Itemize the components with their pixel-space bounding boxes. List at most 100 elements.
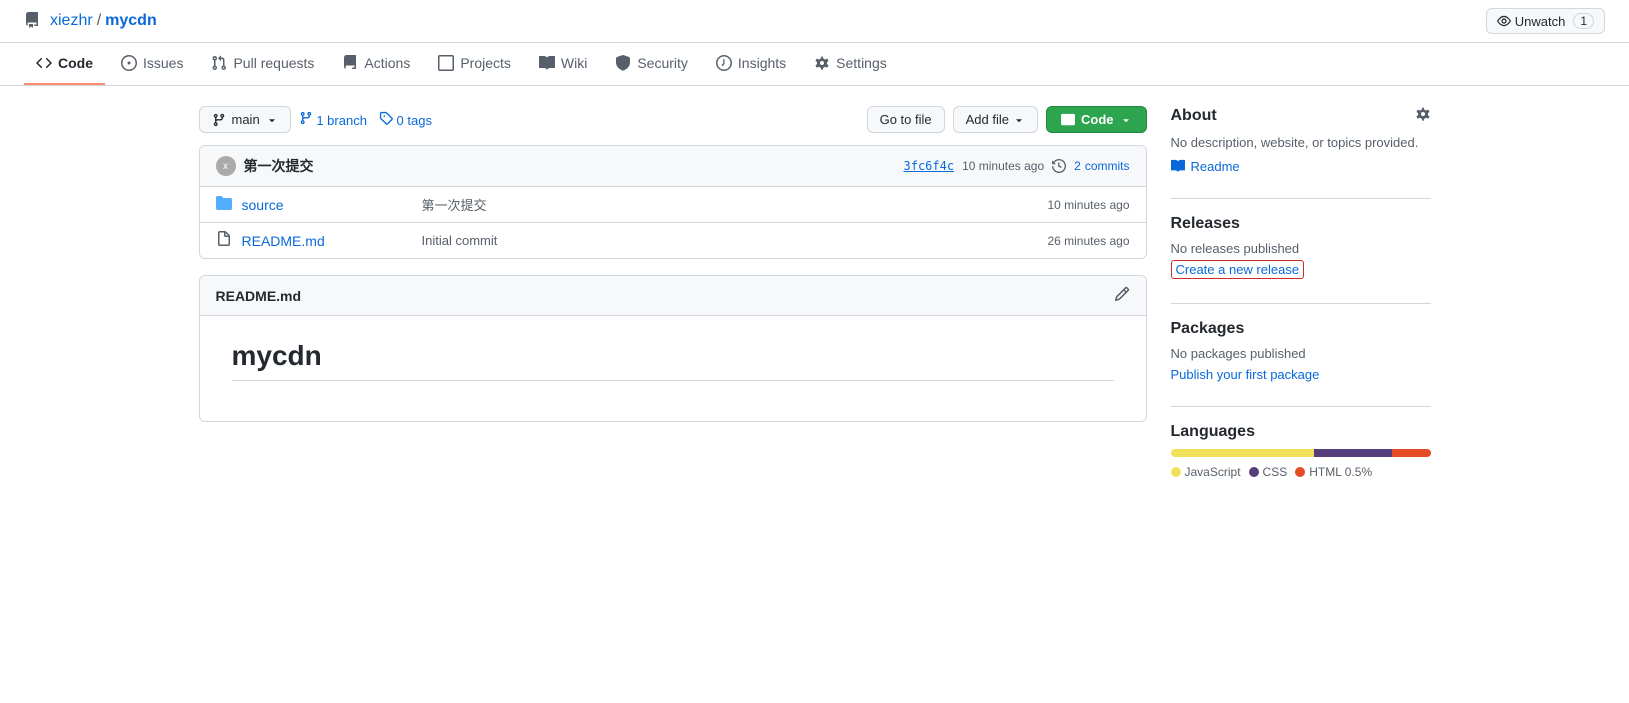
add-file-label: Add file [966,112,1009,127]
top-bar: xiezhr / mycdn Unwatch 1 [0,0,1629,43]
commit-avatar: x [216,156,236,176]
commits-count-link[interactable]: 2 commits [1074,159,1129,173]
code-btn-label: Code [1081,112,1114,127]
sidebar-languages-section: Languages JavaScript CSS HTML 0.5% [1171,423,1431,479]
create-release-link[interactable]: Create a new release [1171,260,1305,279]
tab-insights[interactable]: Insights [704,43,798,85]
sidebar-about-header: About [1171,106,1431,125]
top-right-actions: Unwatch 1 [1486,8,1605,34]
repo-separator: / [97,12,101,30]
branch-count: 1 [316,113,323,128]
tab-actions[interactable]: Actions [330,43,422,85]
css-dot [1249,467,1259,477]
file-time: 26 minutes ago [1047,234,1129,248]
file-commit-msg: Initial commit [422,233,1048,248]
tab-code[interactable]: Code [24,43,105,85]
table-row: README.md Initial commit 26 minutes ago [200,223,1146,258]
language-bar [1171,449,1431,457]
folder-icon [216,195,232,214]
sidebar-divider-1 [1171,198,1431,199]
html-dot [1295,467,1305,477]
commit-time: 10 minutes ago [962,159,1044,173]
js-dot [1171,467,1181,477]
repo-content: main 1 branch 0 tags Go to file Add [199,106,1147,503]
sidebar-languages-title: Languages [1171,423,1255,441]
js-label: JavaScript [1185,465,1241,479]
commits-label: commits [1085,159,1130,173]
file-commit-msg: 第一次提交 [422,195,1048,214]
sidebar-releases-section: Releases No releases published Create a … [1171,215,1431,279]
sidebar-about-desc: No description, website, or topics provi… [1171,133,1431,153]
lang-item-css: CSS [1249,465,1288,479]
css-label: CSS [1263,465,1288,479]
go-to-file-button[interactable]: Go to file [867,106,945,133]
repo-title: xiezhr / mycdn [24,12,157,31]
repo-nav: Code Issues Pull requests Actions Projec… [0,43,1629,86]
toolbar-row: main 1 branch 0 tags Go to file Add [199,106,1147,133]
main-layout: main 1 branch 0 tags Go to file Add [175,86,1455,523]
no-packages-text: No packages published [1171,346,1431,361]
tab-wiki[interactable]: Wiki [527,43,599,85]
sidebar-packages-title: Packages [1171,320,1245,338]
tab-security[interactable]: Security [603,43,700,85]
tag-text: tags [407,113,432,128]
sidebar-divider-2 [1171,303,1431,304]
sidebar-packages-header: Packages [1171,320,1431,338]
tab-settings[interactable]: Settings [802,43,899,85]
lang-bar-css [1314,449,1392,457]
branch-selector[interactable]: main [199,106,291,133]
lang-bar-html [1392,449,1431,457]
tab-pull-requests[interactable]: Pull requests [199,43,326,85]
sidebar-about-title: About [1171,107,1217,125]
sidebar: About No description, website, or topics… [1171,106,1431,503]
gear-icon[interactable] [1415,106,1431,125]
file-table: x 第一次提交 3fc6f4c 10 minutes ago 2 commits [199,145,1147,259]
readme-heading: mycdn [232,340,1114,381]
add-file-button[interactable]: Add file [953,106,1038,133]
tab-issues[interactable]: Issues [109,43,195,85]
publish-package-link[interactable]: Publish your first package [1171,367,1431,382]
branch-count-link[interactable]: 1 branch [299,111,367,128]
file-name-link[interactable]: README.md [242,233,422,249]
lang-item-js: JavaScript [1171,465,1241,479]
repo-name[interactable]: mycdn [105,12,157,30]
lang-item-html: HTML 0.5% [1295,465,1372,479]
readme-title: README.md [216,288,302,304]
file-time: 10 minutes ago [1047,198,1129,212]
table-row: source 第一次提交 10 minutes ago [200,187,1146,223]
no-releases-text: No releases published [1171,241,1431,256]
branch-text: branch [327,113,367,128]
file-icon [216,231,232,250]
readme-link-label: Readme [1191,159,1240,174]
latest-commit-row: x 第一次提交 3fc6f4c 10 minutes ago 2 commits [200,146,1146,187]
sidebar-releases-header: Releases [1171,215,1431,233]
html-label: HTML 0.5% [1309,465,1372,479]
sidebar-about-section: About No description, website, or topics… [1171,106,1431,174]
commit-message: 第一次提交 [244,156,314,176]
branch-label: main [232,112,260,127]
unwatch-count: 1 [1573,13,1594,29]
readme-header: README.md [200,276,1146,316]
commit-count: 2 [1074,159,1081,173]
tag-count: 0 [397,113,404,128]
commit-meta: 3fc6f4c 10 minutes ago 2 commits [904,159,1130,173]
sidebar-divider-3 [1171,406,1431,407]
branch-info: 1 branch 0 tags [299,111,432,128]
readme-box: README.md mycdn [199,275,1147,422]
lang-bar-js [1171,449,1314,457]
unwatch-button[interactable]: Unwatch 1 [1486,8,1605,34]
sidebar-releases-title: Releases [1171,215,1240,233]
language-list: JavaScript CSS HTML 0.5% [1171,465,1431,479]
file-name-link[interactable]: source [242,197,422,213]
tag-count-link[interactable]: 0 tags [379,111,432,128]
toolbar-right: Go to file Add file Code [867,106,1147,133]
repo-owner[interactable]: xiezhr [50,12,93,30]
commit-sha-link[interactable]: 3fc6f4c [904,159,955,173]
code-button[interactable]: Code [1046,106,1147,133]
edit-readme-icon[interactable] [1114,286,1130,305]
tab-projects[interactable]: Projects [426,43,523,85]
unwatch-label: Unwatch [1515,14,1566,29]
readme-link[interactable]: Readme [1171,159,1431,174]
readme-body: mycdn [200,316,1146,421]
sidebar-languages-header: Languages [1171,423,1431,441]
